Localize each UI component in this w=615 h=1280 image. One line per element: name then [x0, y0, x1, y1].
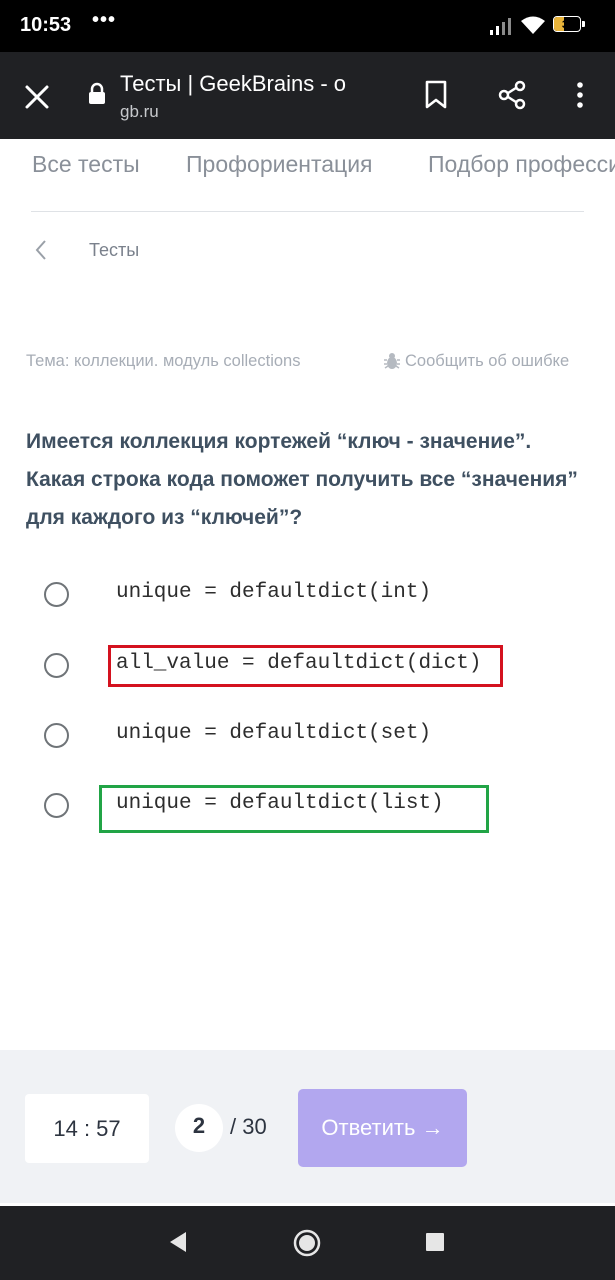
nav-item-all-tests[interactable]: Все тесты: [32, 151, 140, 178]
signal-icon: [490, 18, 511, 35]
highlight-box-red: [108, 645, 503, 687]
chevron-left-icon[interactable]: [34, 239, 48, 261]
radio-button[interactable]: [44, 653, 69, 678]
question-number-badge: 2: [175, 1104, 223, 1152]
bookmark-icon[interactable]: [424, 80, 448, 110]
share-icon[interactable]: [497, 80, 527, 110]
timer-text: 14 : 57: [53, 1116, 121, 1141]
answer-button[interactable]: Ответить →: [298, 1089, 467, 1167]
report-error-link[interactable]: Сообщить об ошибке: [405, 352, 569, 371]
battery-label: 39: [561, 19, 575, 31]
topic-label: Тема: коллекции. модуль collections: [26, 352, 301, 370]
close-icon[interactable]: [22, 82, 52, 112]
wifi-icon: [521, 16, 545, 34]
radio-button[interactable]: [44, 793, 69, 818]
page-url[interactable]: gb.ru: [120, 102, 159, 122]
status-bar: 10:53 ••• 39: [0, 0, 615, 52]
home-icon[interactable]: [292, 1228, 322, 1258]
page-title[interactable]: Тесты | GeekBrains - о: [120, 71, 390, 97]
battery-icon: 39: [553, 16, 587, 34]
recents-icon[interactable]: [426, 1233, 444, 1251]
divider: [31, 211, 584, 212]
notification-dots-icon: •••: [92, 9, 117, 31]
timer: 14 : 57: [25, 1094, 149, 1163]
nav-item-profession-selection[interactable]: Подбор профессии: [428, 151, 615, 178]
question-number: 2: [192, 1113, 206, 1138]
browser-toolbar: Тесты | GeekBrains - о gb.ru: [0, 52, 615, 139]
option-code: unique = defaultdict(set): [116, 722, 432, 745]
bug-icon[interactable]: [383, 352, 401, 370]
answer-option[interactable]: unique = defaultdict(set): [0, 706, 615, 766]
answer-option[interactable]: unique = defaultdict(int): [0, 565, 615, 625]
radio-button[interactable]: [44, 582, 69, 607]
question-text: Имеется коллекция кортежей “ключ - значе…: [26, 430, 578, 529]
lock-icon: [89, 82, 105, 104]
highlight-box-green: [99, 785, 489, 833]
top-nav: Все тесты Профориентация Подбор професси…: [0, 139, 615, 211]
radio-button[interactable]: [44, 723, 69, 748]
breadcrumb[interactable]: Тесты: [89, 240, 139, 261]
nav-item-career-guidance[interactable]: Профориентация: [186, 151, 373, 178]
more-vert-icon[interactable]: [570, 80, 590, 110]
status-time: 10:53: [20, 14, 72, 36]
option-code: unique = defaultdict(int): [116, 581, 432, 604]
system-nav-bar: [0, 1206, 615, 1280]
question-total: / 30: [230, 1114, 267, 1139]
back-icon[interactable]: [168, 1231, 188, 1253]
